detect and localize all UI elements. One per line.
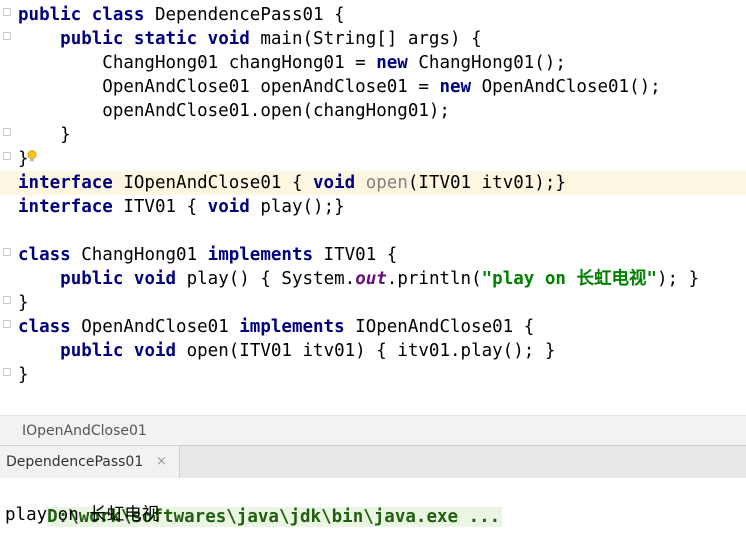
- code-line[interactable]: public void open(ITV01 itv01) { itv01.pl…: [0, 339, 746, 363]
- code-token: IOpenAndClose01 {: [344, 317, 535, 337]
- code-token: void: [207, 197, 250, 217]
- code-line[interactable]: }: [0, 291, 746, 315]
- code-token: play();}: [249, 197, 345, 217]
- code-line[interactable]: openAndClose01.open(changHong01);: [0, 99, 746, 123]
- code-text: public class DependencePass01 {: [18, 3, 345, 27]
- code-line[interactable]: public void play() { System.out.println(…: [0, 267, 746, 291]
- code-token: public void: [60, 341, 177, 361]
- code-token: class: [18, 245, 71, 265]
- code-line[interactable]: }: [0, 123, 746, 147]
- code-line[interactable]: }: [0, 363, 746, 387]
- run-console[interactable]: D:\work\softwares\java\jdk\bin\java.exe …: [0, 478, 746, 540]
- code-token: main(String[] args) {: [249, 29, 482, 49]
- code-text: openAndClose01.open(changHong01);: [18, 99, 450, 123]
- code-token: public static void: [60, 29, 250, 49]
- code-text: ChangHong01 changHong01 = new ChangHong0…: [18, 51, 566, 75]
- tab-label: DependencePass01: [6, 454, 144, 470]
- code-line[interactable]: interface ITV01 { void play();}: [0, 195, 746, 219]
- code-line[interactable]: public static void main(String[] args) {: [0, 27, 746, 51]
- code-token: }: [18, 365, 29, 385]
- run-tool-window-tabs: DependencePass01 ×: [0, 445, 746, 478]
- code-token: open: [365, 173, 408, 193]
- code-token: OpenAndClose01 openAndClose01 =: [18, 77, 440, 97]
- code-token: play() { System.: [176, 269, 356, 289]
- code-token: }: [18, 125, 71, 145]
- code-token: DependencePass01 {: [144, 5, 345, 25]
- code-token: public void: [60, 269, 177, 289]
- code-token: .println(: [386, 269, 482, 289]
- code-token: }: [18, 293, 29, 313]
- code-token: implements: [239, 317, 345, 337]
- code-text: class OpenAndClose01 implements IOpenAnd…: [18, 315, 534, 339]
- tab-dependencepass01[interactable]: DependencePass01 ×: [0, 446, 180, 478]
- breadcrumb-item[interactable]: IOpenAndClose01: [22, 416, 147, 446]
- code-token: OpenAndClose01();: [471, 77, 661, 97]
- code-token: new: [376, 53, 408, 73]
- code-token: interface: [18, 173, 113, 193]
- code-line[interactable]: [0, 219, 746, 243]
- code-token: out: [355, 269, 387, 289]
- code-token: implements: [207, 245, 314, 265]
- code-line[interactable]: ChangHong01 changHong01 = new ChangHong0…: [0, 51, 746, 75]
- code-token: ITV01 {: [313, 245, 398, 265]
- code-line[interactable]: }: [0, 147, 746, 171]
- code-text: OpenAndClose01 openAndClose01 = new Open…: [18, 75, 661, 99]
- code-line[interactable]: OpenAndClose01 openAndClose01 = new Open…: [0, 75, 746, 99]
- code-token: "play on 长虹电视": [481, 269, 657, 289]
- lightbulb-icon[interactable]: [26, 150, 38, 163]
- code-text: public void play() { System.out.println(…: [18, 267, 699, 291]
- code-text: }: [18, 291, 29, 315]
- breadcrumb: IOpenAndClose01: [0, 415, 746, 445]
- code-token: open(ITV01 itv01) { itv01.play(); }: [176, 341, 556, 361]
- code-token: OpenAndClose01: [70, 317, 240, 337]
- code-token: ChangHong01 changHong01 =: [18, 53, 377, 73]
- code-line[interactable]: public class DependencePass01 {: [0, 3, 746, 27]
- code-line[interactable]: class OpenAndClose01 implements IOpenAnd…: [0, 315, 746, 339]
- code-token: new: [439, 77, 472, 97]
- code-token: ChangHong01();: [407, 53, 566, 73]
- code-editor[interactable]: public class DependencePass01 { public s…: [0, 0, 746, 415]
- code-token: IOpenAndClose01 {: [112, 173, 314, 193]
- code-line[interactable]: interface IOpenAndClose01 { void open(IT…: [0, 171, 746, 195]
- code-text: interface IOpenAndClose01 { void open(IT…: [18, 171, 566, 195]
- code-token: openAndClose01.open(changHong01);: [18, 101, 450, 121]
- console-command-line: D:\work\softwares\java\jdk\bin\java.exe …: [5, 478, 503, 527]
- code-token: public class: [18, 5, 145, 25]
- code-token: class: [18, 317, 71, 337]
- code-token: ITV01 {: [112, 197, 208, 217]
- code-token: interface: [18, 197, 113, 217]
- code-token: (ITV01 itv01);}: [407, 173, 566, 193]
- code-text: interface ITV01 { void play();}: [18, 195, 345, 219]
- console-output-line: play on 长虹电视: [5, 505, 160, 525]
- code-token: void: [313, 173, 356, 193]
- close-icon[interactable]: ×: [156, 446, 167, 478]
- code-text: }: [18, 363, 29, 387]
- code-text: }: [18, 123, 71, 147]
- code-text: class ChangHong01 implements ITV01 {: [18, 243, 397, 267]
- code-text: public void open(ITV01 itv01) { itv01.pl…: [18, 339, 555, 363]
- code-token: ChangHong01: [70, 245, 208, 265]
- code-token: ); }: [656, 269, 700, 289]
- code-text: public static void main(String[] args) {: [18, 27, 482, 51]
- code-line[interactable]: class ChangHong01 implements ITV01 {: [0, 243, 746, 267]
